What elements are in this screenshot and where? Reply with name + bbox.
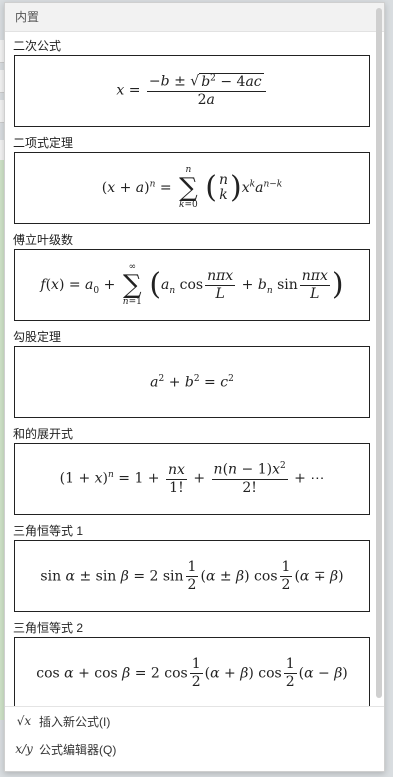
radical-icon: √x bbox=[16, 714, 32, 728]
panel-header: 内置 bbox=[5, 3, 384, 32]
binomial-formula: (x + a)n = n ∑ k=0 (n k)xkan−k bbox=[101, 165, 283, 210]
trig-identity-2: cos α + cos β = 2 cos 1 2 (α + β) cos 1 2 (α −… bbox=[36, 655, 348, 690]
formula-item-trig-2[interactable]: 三角恒等式 2 cos α + cos β = 2 cos 1 2 (α + β) c… bbox=[5, 615, 374, 712]
insert-new-formula-label: 插入新公式(I) bbox=[39, 714, 111, 729]
formula-item-binomial[interactable]: 二项式定理 (x + a)n = n ∑ k=0 (n k)xkan−k bbox=[5, 130, 374, 227]
formula-list: 二次公式 x = −b ± √ b2 − 4ac 2a 二项式定理 (x + a)… bbox=[5, 33, 374, 712]
formula-item-fourier[interactable]: 傅立叶级数 f(x) = a0 + ∞ ∑ n=1 (an cos nπx L + bn… bbox=[5, 227, 374, 324]
formula-item-pythagorean[interactable]: 勾股定理 a2 + b2 = c2 bbox=[5, 324, 374, 421]
scrollbar[interactable] bbox=[376, 8, 382, 698]
formula-title: 勾股定理 bbox=[13, 330, 62, 344]
fourier-formula: f(x) = a0 + ∞ ∑ n=1 (an cos nπx L + bn sin nπ… bbox=[40, 262, 344, 307]
formula-preview[interactable]: (1 + x)n = 1 + nx 1! + n(n − 1)x2 2! + ⋯ bbox=[14, 443, 370, 515]
pythagorean-formula: a2 + b2 = c2 bbox=[150, 373, 234, 391]
equation-gallery-panel: 内置 二次公式 x = −b ± √ b2 − 4ac 2a 二项式定理 (x + bbox=[4, 2, 385, 772]
formula-title: 傅立叶级数 bbox=[13, 233, 74, 247]
formula-editor-label: 公式编辑器(Q) bbox=[39, 742, 117, 757]
trig-identity-1: sin α ± sin β = 2 sin 1 2 (α ± β) cos 1 2 (α ∓… bbox=[40, 558, 344, 593]
formula-title: 和的展开式 bbox=[13, 427, 74, 441]
formula-editor-icon: x/y bbox=[15, 742, 33, 756]
insert-new-formula-button[interactable]: √x 插入新公式(I) bbox=[5, 707, 384, 735]
formula-preview[interactable]: a2 + b2 = c2 bbox=[14, 346, 370, 418]
formula-title: 二项式定理 bbox=[13, 136, 74, 150]
formula-title: 三角恒等式 1 bbox=[13, 524, 84, 538]
formula-item-quadratic[interactable]: 二次公式 x = −b ± √ b2 − 4ac 2a bbox=[5, 33, 374, 130]
quadratic-formula: x = −b ± √ b2 − 4ac 2a bbox=[116, 73, 267, 108]
formula-title: 二次公式 bbox=[13, 39, 62, 53]
formula-preview[interactable]: sin α ± sin β = 2 sin 1 2 (α ± β) cos 1 2 (α ∓… bbox=[14, 540, 370, 612]
panel-footer: √x 插入新公式(I) x/y 公式编辑器(Q) bbox=[5, 706, 384, 771]
formula-preview[interactable]: (x + a)n = n ∑ k=0 (n k)xkan−k bbox=[14, 152, 370, 224]
formula-title: 三角恒等式 2 bbox=[13, 621, 84, 635]
formula-preview[interactable]: x = −b ± √ b2 − 4ac 2a bbox=[14, 55, 370, 127]
formula-editor-button[interactable]: x/y 公式编辑器(Q) bbox=[5, 735, 384, 763]
formula-preview[interactable]: f(x) = a0 + ∞ ∑ n=1 (an cos nπx L + bn sin nπ… bbox=[14, 249, 370, 321]
formula-preview[interactable]: cos α + cos β = 2 cos 1 2 (α + β) cos 1 2 (α −… bbox=[14, 637, 370, 709]
expansion-formula: (1 + x)n = 1 + nx 1! + n(n − 1)x2 2! + ⋯ bbox=[59, 461, 325, 496]
formula-item-trig-1[interactable]: 三角恒等式 1 sin α ± sin β = 2 sin 1 2 (α ± β) c… bbox=[5, 518, 374, 615]
formula-item-expansion[interactable]: 和的展开式 (1 + x)n = 1 + nx 1! + n(n − 1)x2 2!… bbox=[5, 421, 374, 518]
